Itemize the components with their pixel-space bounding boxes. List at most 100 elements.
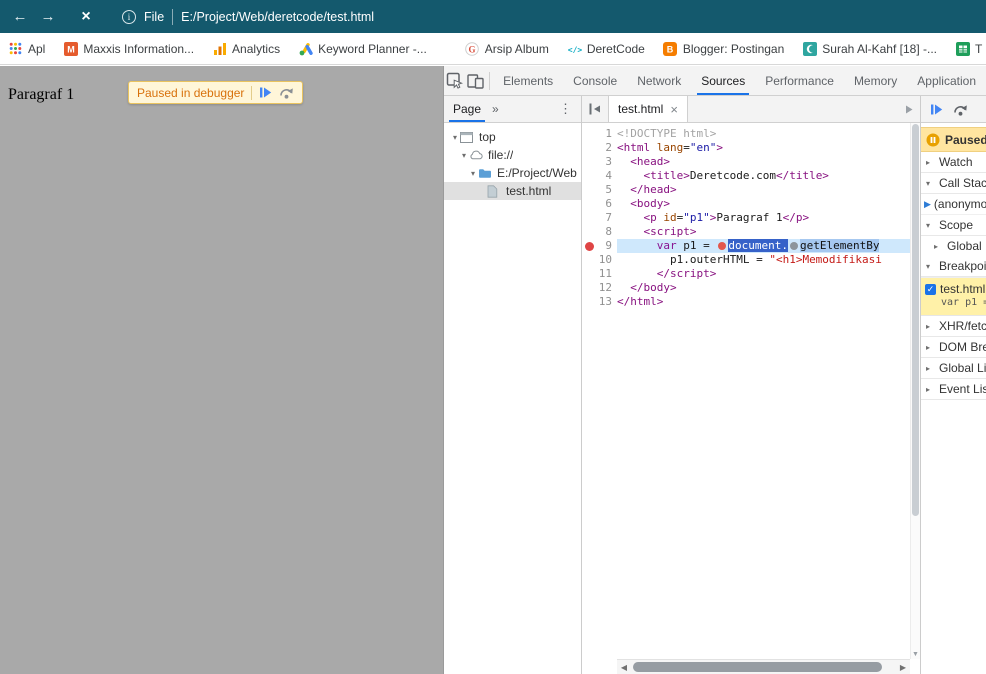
file-tree-item-top[interactable]: ▾ top	[444, 128, 581, 146]
chevron-down-icon[interactable]: ▾	[450, 133, 460, 142]
resume-script-icon[interactable]	[259, 86, 272, 99]
code-text[interactable]: </script>	[617, 267, 910, 281]
code-text[interactable]: <body>	[617, 197, 910, 211]
breakpoint-gutter[interactable]	[582, 211, 597, 225]
bookmark-analytics[interactable]: Analytics	[212, 41, 280, 56]
editor-tab-test-html[interactable]: test.html ×	[608, 96, 688, 122]
line-number[interactable]: 7	[597, 211, 617, 225]
code-text[interactable]: p1.outerHTML = "<h1>Memodifikasi	[617, 253, 910, 267]
sidebar-section-breakpoints[interactable]: ▾ Breakpoints	[921, 256, 986, 277]
line-number[interactable]: 11	[597, 267, 617, 281]
line-number[interactable]: 1	[597, 127, 617, 141]
scroll-down-icon[interactable]: ▼	[911, 651, 920, 658]
sidebar-section-watch[interactable]: ▸ Watch	[921, 152, 986, 173]
bookmark-arsip-album[interactable]: G Arsip Album	[465, 41, 549, 56]
breakpoint-checkbox[interactable]: ✓	[925, 283, 936, 295]
breakpoint-gutter[interactable]	[582, 127, 597, 141]
tab-performance[interactable]: Performance	[755, 66, 844, 95]
sidebar-section-event-listener-breakpoints[interactable]: ▸ Event Listener Breakpoints	[921, 379, 986, 400]
editor-horizontal-scrollbar[interactable]: ◀ ▶	[617, 659, 910, 674]
breakpoint-gutter[interactable]	[582, 197, 597, 211]
file-tree-item-e-project-web[interactable]: ▾ E:/Project/Web	[444, 164, 581, 182]
tab-network[interactable]: Network	[627, 66, 691, 95]
bookmark-keyword-planner[interactable]: Keyword Planner -...	[298, 41, 427, 56]
code-text[interactable]: </body>	[617, 281, 910, 295]
tab-sources[interactable]: Sources	[691, 66, 755, 95]
breakpoint-gutter[interactable]	[582, 155, 597, 169]
collapse-navigator-icon[interactable]	[582, 96, 608, 122]
scroll-right-icon[interactable]: ▶	[896, 663, 910, 672]
code-text[interactable]: var p1 = document. getElementBy	[617, 239, 910, 253]
resume-script-icon[interactable]	[930, 103, 943, 116]
device-toolbar-icon[interactable]	[465, 66, 486, 95]
code-text[interactable]: </head>	[617, 183, 910, 197]
horizontal-scroll-thumb[interactable]	[633, 662, 882, 672]
vertical-scroll-thumb[interactable]	[912, 124, 919, 516]
inline-breakpoint-candidate-icon[interactable]	[789, 242, 798, 250]
breakpoint-gutter[interactable]	[582, 225, 597, 239]
breakpoint-gutter[interactable]	[582, 141, 597, 155]
line-number[interactable]: 2	[597, 141, 617, 155]
more-tabs-icon[interactable]: »	[490, 102, 501, 116]
line-number[interactable]: 10	[597, 253, 617, 267]
inspect-element-icon[interactable]	[444, 66, 465, 95]
sidebar-section-global[interactable]: ▸ Global	[921, 236, 986, 256]
sidebar-section-scope[interactable]: ▾ Scope	[921, 215, 986, 236]
code-text[interactable]: <head>	[617, 155, 910, 169]
code-text[interactable]: <title>Deretcode.com</title>	[617, 169, 910, 183]
line-number[interactable]: 4	[597, 169, 617, 183]
next-tab-icon[interactable]	[896, 96, 920, 122]
breakpoint-gutter[interactable]	[582, 295, 597, 309]
navigator-menu-icon[interactable]: ⋮	[550, 101, 581, 117]
tab-page[interactable]: Page	[444, 96, 490, 122]
line-number[interactable]: 6	[597, 197, 617, 211]
sidebar-section-global-listeners[interactable]: ▸ Global Listeners	[921, 358, 986, 379]
step-over-icon[interactable]	[279, 86, 294, 99]
code-text[interactable]: </html>	[617, 295, 910, 309]
tab-memory[interactable]: Memory	[844, 66, 907, 95]
chevron-down-icon[interactable]: ▾	[459, 151, 469, 160]
editor-vertical-scrollbar[interactable]: ▼	[910, 123, 920, 659]
line-number[interactable]: 3	[597, 155, 617, 169]
tab-console[interactable]: Console	[563, 66, 627, 95]
tab-application[interactable]: Application	[907, 66, 986, 95]
line-number[interactable]: 8	[597, 225, 617, 239]
stop-button[interactable]: ×	[72, 8, 100, 26]
sidebar-section-dom-breakpoints[interactable]: ▸ DOM Breakpoints	[921, 337, 986, 358]
forward-button[interactable]: →	[34, 8, 62, 25]
close-tab-icon[interactable]: ×	[670, 102, 678, 117]
code-text[interactable]: <html lang="en">	[617, 141, 910, 155]
page-info-icon[interactable]: i	[122, 9, 136, 24]
breakpoint-gutter[interactable]	[582, 169, 597, 183]
line-number[interactable]: 5	[597, 183, 617, 197]
breakpoint-gutter[interactable]	[582, 281, 597, 295]
back-button[interactable]: ←	[6, 8, 34, 25]
file-tree-item-file[interactable]: ▾ file://	[444, 146, 581, 164]
breakpoint-gutter[interactable]	[582, 267, 597, 281]
horizontal-scroll-track[interactable]	[631, 660, 896, 674]
breakpoint-entry[interactable]: ✓ test.htmlvar p1 = document.getElementBy	[921, 277, 986, 316]
bookmark-maxxis-information[interactable]: M Maxxis Information...	[63, 41, 194, 56]
file-tree-item-test-html[interactable]: test.html	[444, 182, 581, 200]
breakpoint-gutter[interactable]	[582, 183, 597, 197]
sidebar-section-xhr-fetch-breakpoints[interactable]: ▸ XHR/fetch Breakpoints	[921, 316, 986, 337]
breakpoint-marker-icon[interactable]	[585, 241, 594, 251]
inline-breakpoint-icon[interactable]	[718, 242, 727, 250]
code-text[interactable]: <!DOCTYPE html>	[617, 127, 910, 141]
line-number[interactable]: 13	[597, 295, 617, 309]
line-number[interactable]: 9	[597, 239, 617, 253]
code-text[interactable]: <script>	[617, 225, 910, 239]
bookmark-t[interactable]: T	[955, 41, 982, 56]
tab-elements[interactable]: Elements	[493, 66, 563, 95]
code-text[interactable]: <p id="p1">Paragraf 1</p>	[617, 211, 910, 225]
scroll-left-icon[interactable]: ◀	[617, 663, 631, 672]
chevron-down-icon[interactable]: ▾	[468, 169, 478, 178]
breakpoint-gutter[interactable]	[582, 239, 597, 253]
bookmark-blogger-postingan[interactable]: B Blogger: Postingan	[663, 41, 784, 56]
step-over-icon[interactable]	[953, 103, 968, 116]
bookmark-deretcode[interactable]: </> DeretCode	[567, 41, 645, 56]
address-bar[interactable]: i File E:/Project/Web/deretcode/test.htm…	[122, 8, 374, 25]
bookmark-surah-al-kahf-18[interactable]: Surah Al-Kahf [18] -...	[802, 41, 937, 56]
bookmark-apl[interactable]: Apl	[8, 41, 45, 56]
line-number[interactable]: 12	[597, 281, 617, 295]
